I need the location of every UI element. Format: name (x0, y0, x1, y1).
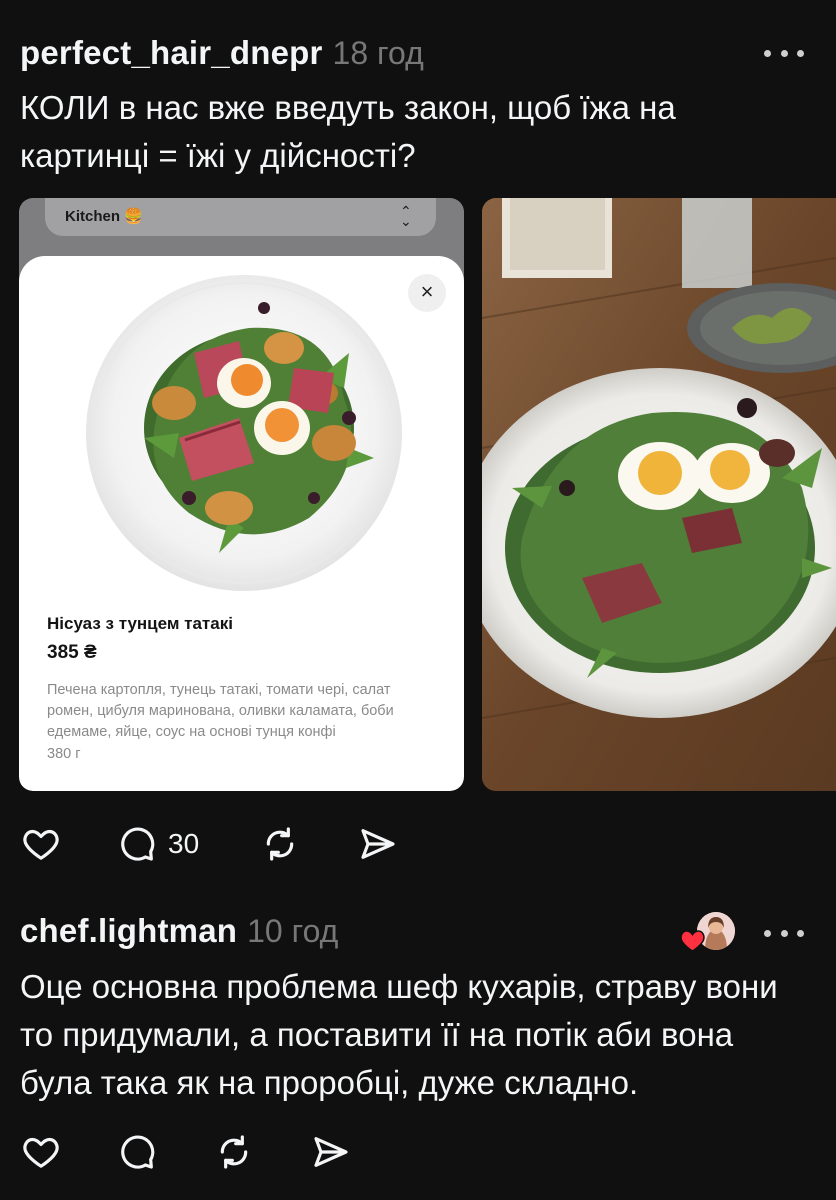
post-image-menu-screenshot[interactable]: Kitchen 🍔 ⌃ ⌄ × Нісуаз з тунцем татакі 3… (19, 198, 464, 791)
post-header: perfect_hair_dnepr 18 год (20, 34, 424, 72)
author-liked-heart-icon (680, 930, 705, 952)
chevron-updown-icon: ⌃ ⌄ (400, 203, 412, 229)
reply-username[interactable]: chef.lightman (20, 912, 237, 949)
comment-icon (121, 1135, 155, 1169)
real-dish-photo (482, 198, 836, 791)
reply-share-button[interactable] (310, 1132, 352, 1172)
like-button[interactable] (20, 824, 62, 864)
reply-more-options-icon[interactable] (764, 926, 804, 940)
repost-button[interactable] (259, 824, 301, 864)
post-username[interactable]: perfect_hair_dnepr (20, 34, 323, 71)
reply-timestamp: 10 год (247, 913, 339, 949)
close-button[interactable]: × (408, 274, 446, 312)
more-options-icon[interactable] (764, 46, 804, 60)
share-icon (361, 829, 395, 859)
reply-repost-button[interactable] (213, 1132, 255, 1172)
comment-button[interactable]: 30 (116, 824, 199, 864)
reply-like-button[interactable] (20, 1132, 62, 1172)
post-text: КОЛИ в нас вже введуть закон, щоб їжа на… (20, 89, 676, 174)
reply-comment-button[interactable] (116, 1132, 158, 1172)
dish-price: 385 ₴ (47, 642, 97, 663)
menu-topbar-label: Kitchen 🍔 (65, 208, 143, 225)
share-button[interactable] (357, 824, 399, 864)
repost-icon (266, 827, 294, 861)
repost-icon (220, 1135, 248, 1169)
comment-count: 30 (168, 828, 200, 859)
dish-weight: 380 г (47, 746, 81, 762)
dish-description: Печена картопля, тунець татакі, томати ч… (47, 682, 394, 740)
post-timestamp: 18 год (332, 35, 424, 71)
dish-card: × Нісуаз з тунцем татакі 385 ₴ Печена ка… (19, 256, 464, 791)
heart-icon (23, 829, 59, 860)
dish-name: Нісуаз з тунцем татакі (47, 614, 233, 633)
share-icon (314, 1137, 348, 1167)
dish-plate-image (86, 275, 402, 591)
heart-icon (23, 1137, 59, 1168)
post-image-real-dish-photo[interactable] (482, 198, 836, 791)
reply-header: chef.lightman 10 год (20, 912, 338, 950)
comment-icon (121, 827, 155, 861)
reply-text: Оце основна проблема шеф кухарів, страву… (20, 968, 778, 1101)
